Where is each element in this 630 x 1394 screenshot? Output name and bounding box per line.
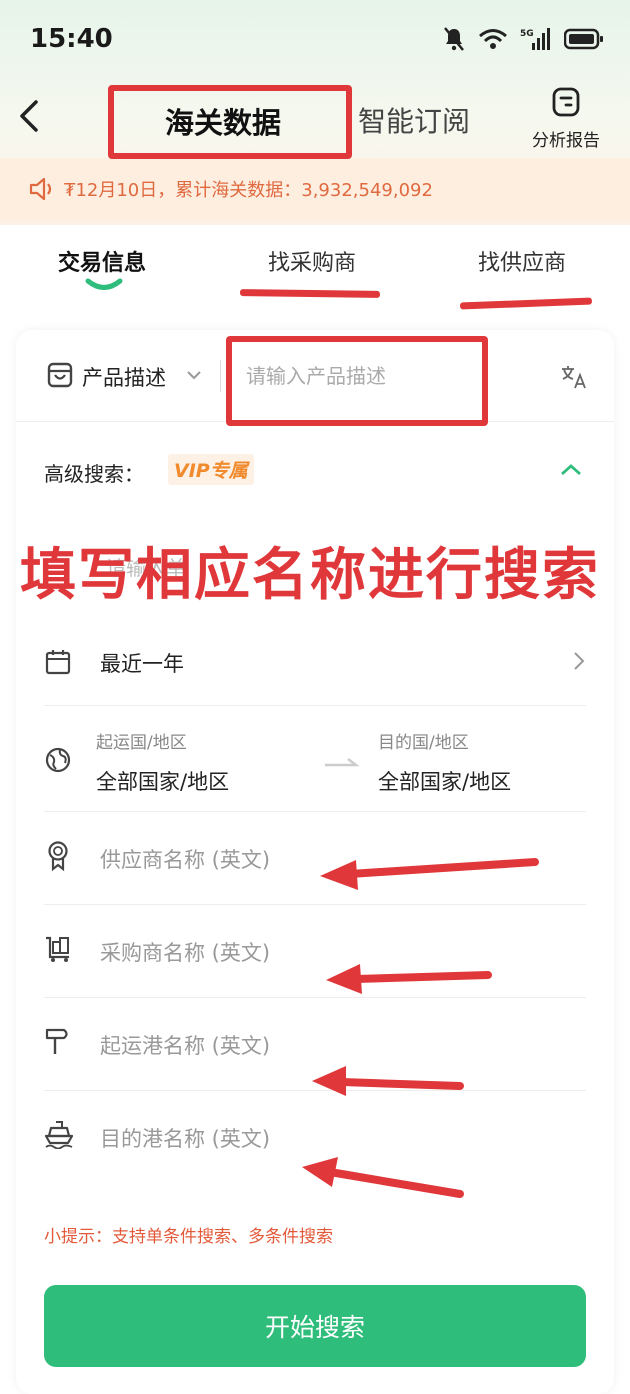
arrow-to-supplier-field bbox=[320, 858, 539, 890]
arrow-to-buyer-field bbox=[326, 964, 492, 994]
annotation-arrows bbox=[302, 858, 539, 1198]
arrow-to-origin-port-field bbox=[312, 1066, 464, 1096]
arrow-to-destination-port-field bbox=[302, 1157, 464, 1198]
